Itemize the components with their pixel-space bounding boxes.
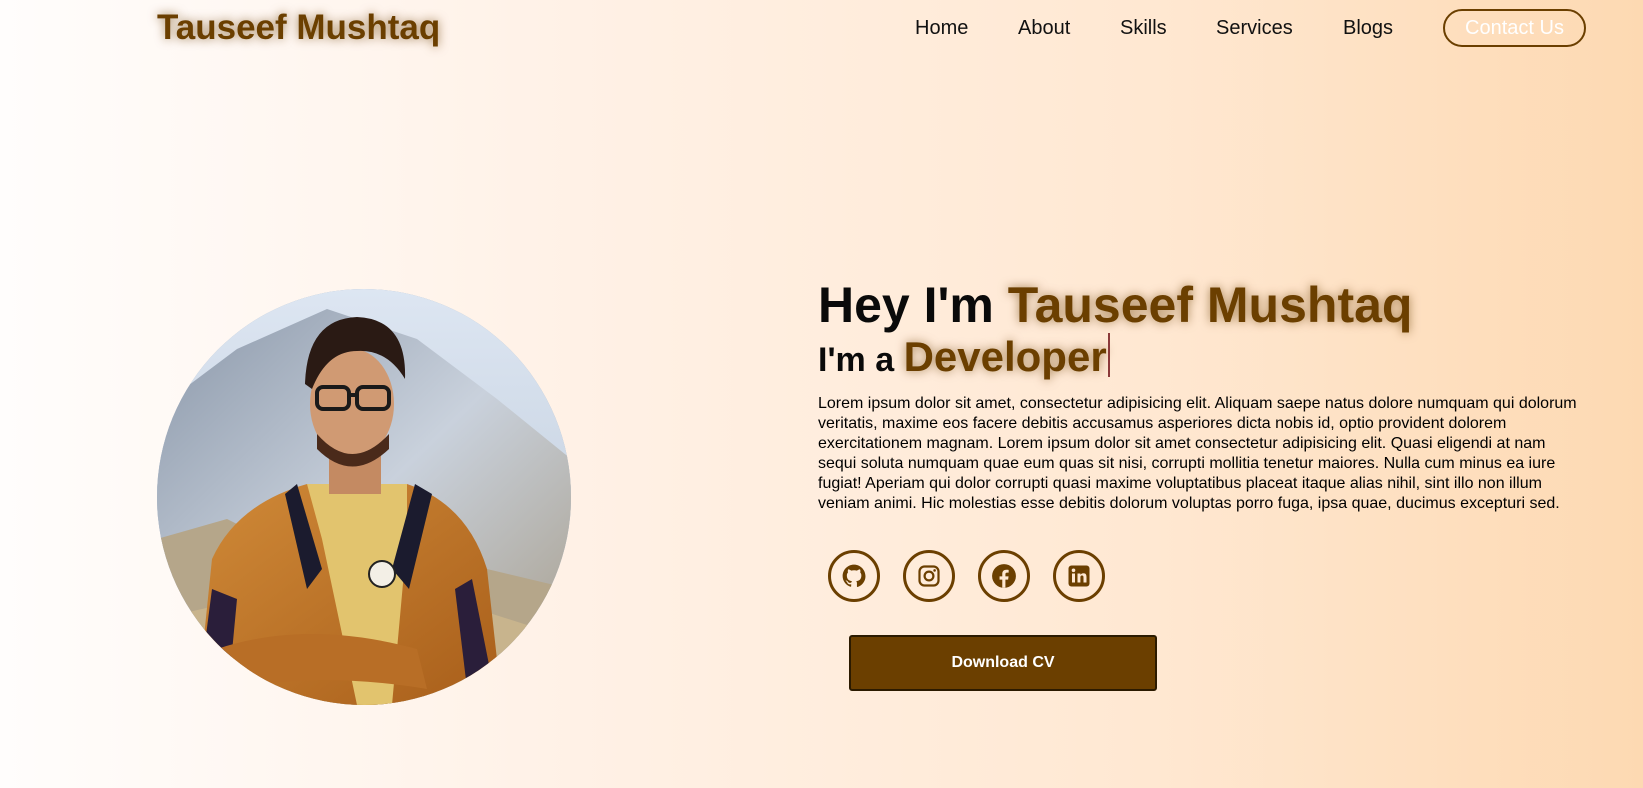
nav-blogs[interactable]: Blogs xyxy=(1343,17,1393,40)
github-link[interactable] xyxy=(828,550,880,602)
hero-name: Tauseef Mushtaq xyxy=(1007,277,1413,333)
nav-about[interactable]: About xyxy=(1018,17,1070,40)
download-cv-button[interactable]: Download CV xyxy=(849,635,1157,691)
hero-greeting: Hey I'm xyxy=(818,277,1008,333)
site-logo[interactable]: Tauseef Mushtaq xyxy=(157,8,440,48)
facebook-link[interactable] xyxy=(978,550,1030,602)
hero-heading: Hey I'm Tauseef Mushtaq xyxy=(818,276,1412,334)
nav-home[interactable]: Home xyxy=(915,17,968,40)
linkedin-link[interactable] xyxy=(1053,550,1105,602)
nav-skills[interactable]: Skills xyxy=(1120,17,1167,40)
facebook-icon xyxy=(992,564,1016,588)
contact-us-button[interactable]: Contact Us xyxy=(1443,9,1586,47)
typing-cursor xyxy=(1107,333,1110,377)
linkedin-icon xyxy=(1068,565,1090,587)
hero-subtitle: I'm a Developer xyxy=(818,333,1110,381)
profile-photo xyxy=(157,289,571,705)
instagram-link[interactable] xyxy=(903,550,955,602)
role-text: Developer xyxy=(903,333,1107,380)
nav-services[interactable]: Services xyxy=(1216,17,1293,40)
github-icon xyxy=(842,564,866,587)
instagram-icon xyxy=(918,565,940,587)
hero-bio: Lorem ipsum dolor sit amet, consectetur … xyxy=(818,395,1577,512)
role-prefix: I'm a xyxy=(818,341,904,379)
